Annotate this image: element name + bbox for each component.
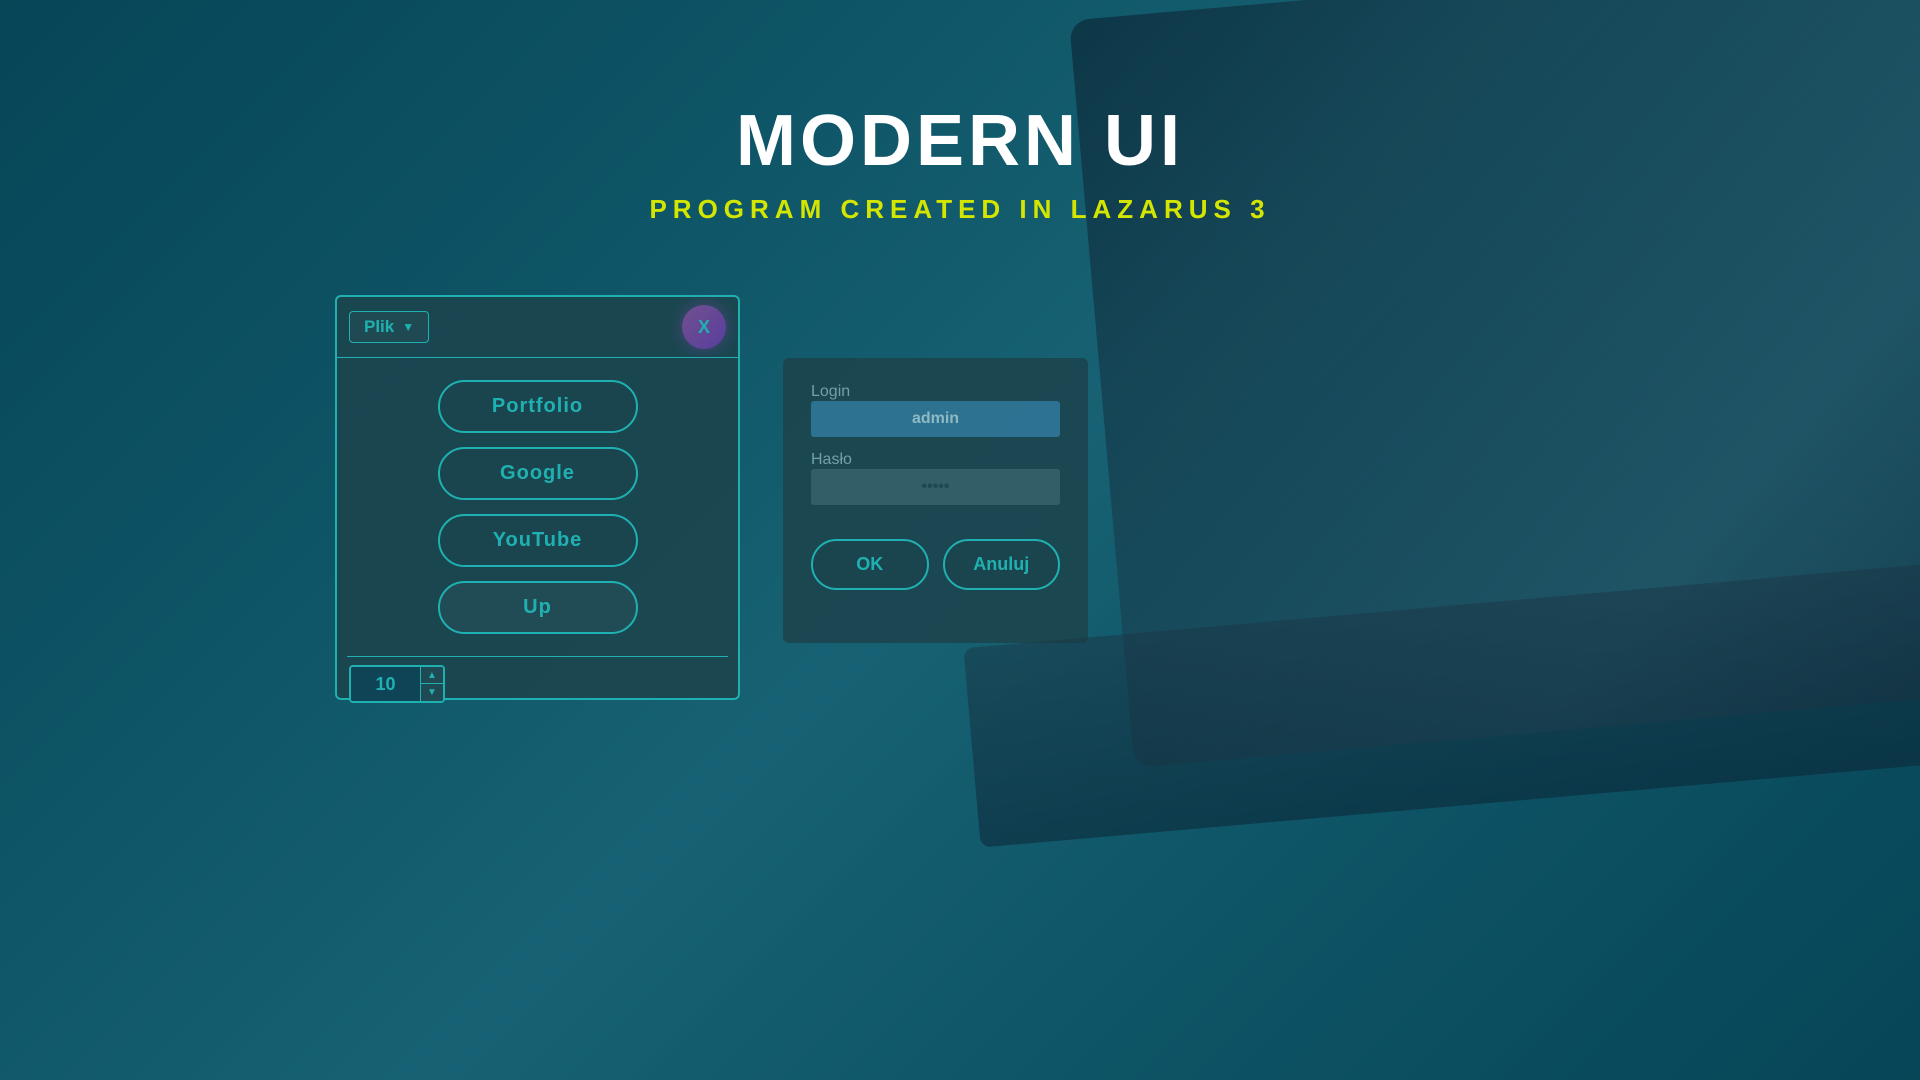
page-content: MODERN UI PROGRAM CREATED IN LAZARUS 3 [0,0,1920,1080]
subtitle: PROGRAM CREATED IN LAZARUS 3 [649,194,1270,225]
main-title: MODERN UI [649,100,1270,182]
title-section: MODERN UI PROGRAM CREATED IN LAZARUS 3 [649,100,1270,225]
